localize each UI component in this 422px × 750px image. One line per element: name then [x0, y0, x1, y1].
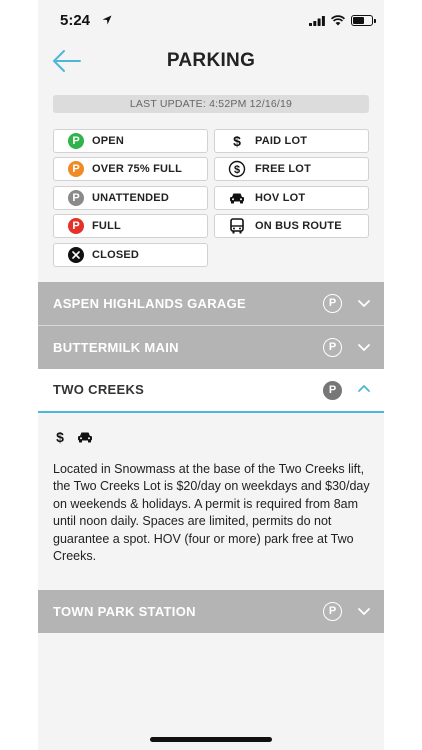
legend-hov-lot: HOV LOT [214, 186, 369, 210]
legend-paid-label: PAID LOT [255, 135, 308, 147]
legend-free-lot: $ FREE LOT [214, 157, 369, 181]
last-update-banner: LAST UPDATE: 4:52PM 12/16/19 [53, 95, 369, 113]
legend-unattended: P UNATTENDED [53, 186, 208, 210]
signal-icon [309, 16, 325, 26]
lot-row-two-creeks[interactable]: TWO CREEKS P [38, 369, 384, 411]
dollar-icon: $ [228, 133, 246, 149]
legend-bus-route: ON BUS ROUTE [214, 214, 369, 238]
free-dollar-circle-icon: $ [228, 160, 246, 178]
legend-closed: CLOSED [53, 243, 208, 267]
lot-status-badge-icon: P [323, 294, 342, 313]
lot-status-badge-icon: P [323, 381, 342, 400]
chevron-down-icon[interactable] [358, 298, 370, 308]
legend-paid-lot: $ PAID LOT [214, 129, 369, 153]
legend-unattended-label: UNATTENDED [92, 192, 169, 204]
svg-text:$: $ [56, 429, 64, 445]
bus-icon [228, 218, 246, 234]
lot-status-badge-icon: P [323, 602, 342, 621]
chevron-down-icon[interactable] [358, 606, 370, 616]
lot-status-badge-icon: P [323, 338, 342, 357]
legend-closed-label: CLOSED [92, 249, 140, 261]
lot-row-buttermilk-main[interactable]: BUTTERMILK MAIN P [38, 326, 384, 369]
legend-open-label: OPEN [92, 135, 124, 147]
wifi-icon [331, 15, 345, 26]
chevron-down-icon[interactable] [358, 342, 370, 352]
lot-name: BUTTERMILK MAIN [53, 340, 179, 355]
svg-text:$: $ [233, 133, 241, 149]
location-arrow-icon [102, 15, 112, 25]
legend-full: P FULL [53, 214, 208, 238]
full-badge-icon: P [68, 218, 84, 234]
lot-name: TWO CREEKS [53, 382, 145, 397]
closed-x-icon [68, 247, 84, 263]
legend-free-label: FREE LOT [255, 163, 311, 175]
status-time: 5:24 [60, 12, 91, 29]
lot-row-aspen-highlands[interactable]: ASPEN HIGHLANDS GARAGE P [38, 282, 384, 325]
car-icon [228, 190, 246, 206]
battery-icon [351, 15, 376, 26]
legend-open: P OPEN [53, 129, 208, 153]
over75-badge-icon: P [68, 161, 84, 177]
lot-name: TOWN PARK STATION [53, 604, 196, 619]
open-badge-icon: P [68, 133, 84, 149]
lot-feature-icons: $ [53, 429, 93, 445]
unattended-badge-icon: P [68, 190, 84, 206]
lot-name: ASPEN HIGHLANDS GARAGE [53, 296, 246, 311]
legend-full-label: FULL [92, 220, 121, 232]
lot-description: Located in Snowmass at the base of the T… [53, 462, 370, 564]
svg-text:$: $ [234, 164, 240, 176]
legend-over75-label: OVER 75% FULL [92, 163, 183, 175]
home-indicator[interactable] [150, 737, 272, 742]
legend-bus-label: ON BUS ROUTE [255, 220, 342, 232]
legend-over75: P OVER 75% FULL [53, 157, 208, 181]
lot-details-panel: $ Located in Snowmass at the base of the… [38, 413, 384, 590]
page-title: PARKING [166, 50, 256, 71]
dollar-icon: $ [53, 429, 67, 445]
lot-row-town-park-station[interactable]: TOWN PARK STATION P [38, 590, 384, 633]
legend-hov-label: HOV LOT [255, 192, 306, 204]
car-icon [77, 431, 93, 443]
chevron-up-icon[interactable] [358, 384, 370, 394]
status-bar: 5:24 [38, 10, 384, 34]
parking-screen: 5:24 PARKING LAST UPDATE: 4:52PM 12/16/1… [0, 0, 422, 750]
